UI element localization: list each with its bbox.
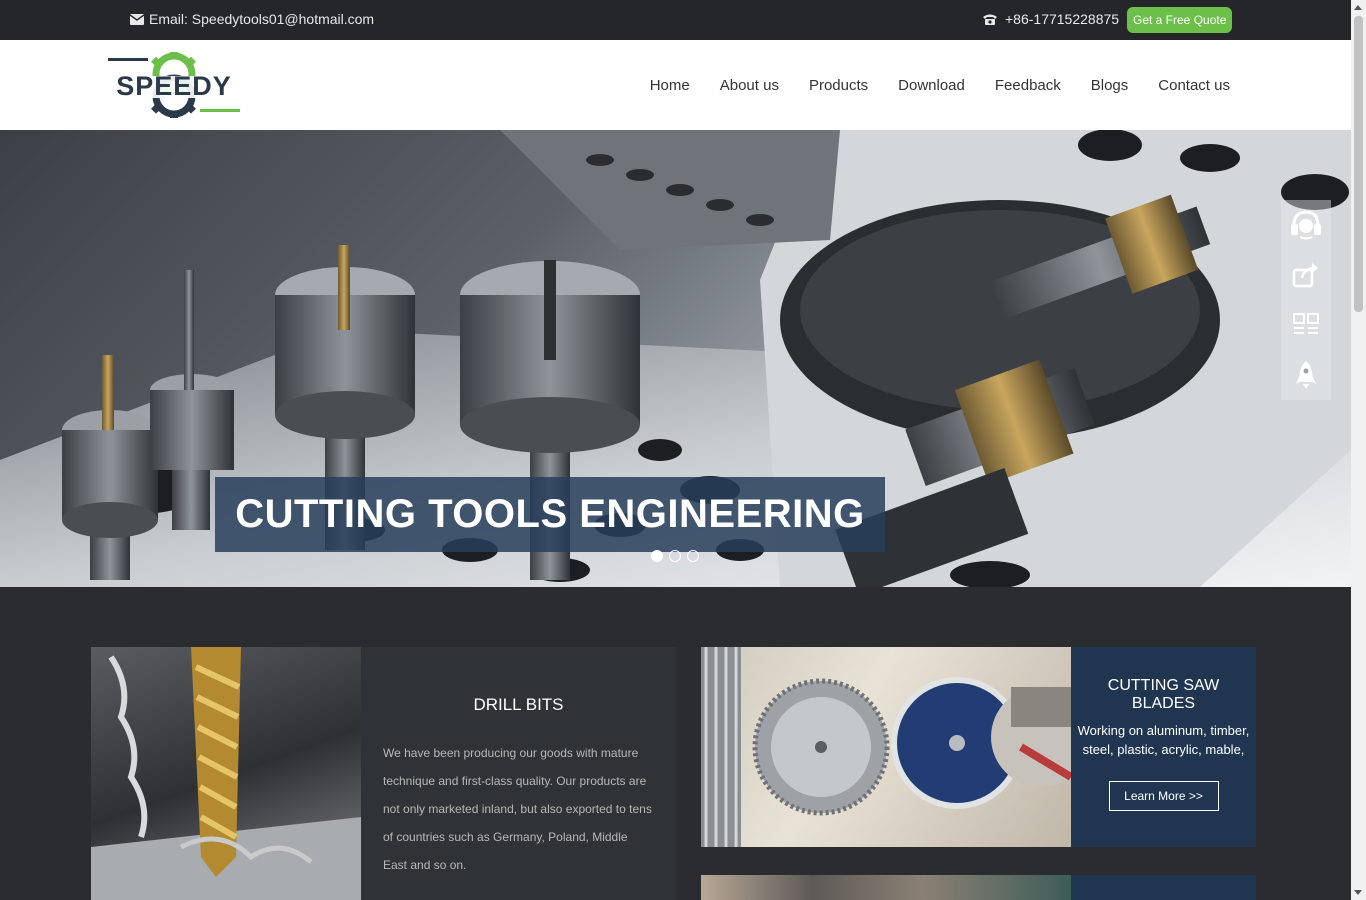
back-to-top-tool[interactable] [1281,350,1331,400]
top-bar: Email: Speedytools01@hotmail.com +86-177… [0,0,1351,40]
logo-text: SPEEDY [116,71,232,101]
drill-bits-text: DRILL BITS We have been producing our go… [361,647,676,900]
envelope-icon [130,13,144,25]
phone-contact[interactable]: +86-17715228875 [982,11,1119,27]
nav-blogs[interactable]: Blogs [1091,77,1129,94]
saw-blades-description: Working on aluminum, timber, steel, plas… [1077,723,1250,757]
email-text: Email: Speedytools01@hotmail.com [149,11,375,27]
qr-code-icon [1293,313,1319,334]
hero-banner[interactable]: CUTTING TOOLS ENGINEERING [0,130,1351,587]
partial-card-image [701,875,1071,900]
floating-toolbar [1281,200,1331,400]
drill-bit-illustration [91,647,361,900]
phone-icon [983,14,997,25]
phone-number: +86-17715228875 [1005,11,1120,27]
slider-dot-2[interactable] [669,550,681,562]
hero-caption: CUTTING TOOLS ENGINEERING [215,477,885,552]
drill-bits-title[interactable]: DRILL BITS [383,695,654,715]
nav-products[interactable]: Products [809,77,868,94]
customer-service-tool[interactable] [1281,200,1331,250]
learn-more-button[interactable]: Learn More >> [1108,781,1219,811]
scroll-up-arrow-icon[interactable] [1354,5,1362,10]
rocket-icon [1296,361,1316,389]
slider-dot-3[interactable] [687,550,699,562]
share-tool[interactable] [1281,250,1331,300]
nav-download[interactable]: Download [898,77,965,94]
product-card-drill-bits[interactable]: DRILL BITS We have been producing our go… [91,647,676,900]
slider-dot-1[interactable] [651,550,663,562]
scroll-down-arrow-icon[interactable] [1354,890,1362,895]
page-scrollbar[interactable] [1351,0,1366,900]
slider-dots [651,550,699,562]
saw-blades-title[interactable]: CUTTING SAW BLADES [1077,677,1250,713]
saw-blade-illustration [701,647,1071,847]
drill-bits-description: We have been producing our goods with ma… [383,746,652,872]
product-card-cutting-saw-blades[interactable]: CUTTING SAW BLADES Working on aluminum, … [701,647,1256,847]
qr-code-tool[interactable] [1281,300,1331,350]
nav-about-us[interactable]: About us [720,77,779,94]
main-nav: Home About us Products Download Feedback… [650,40,1230,130]
speedy-logo-icon: SPEEDY [106,52,242,118]
saw-blades-image [701,647,1071,847]
drill-bits-image [91,647,361,900]
nav-contact-us[interactable]: Contact us [1158,77,1230,94]
saw-blades-text: CUTTING SAW BLADES Working on aluminum, … [1071,647,1256,847]
headset-icon [1291,210,1321,240]
scrollbar-thumb[interactable] [1354,16,1363,312]
nav-feedback[interactable]: Feedback [995,77,1061,94]
product-card-partial[interactable] [701,875,1256,900]
free-quote-button[interactable]: Get a Free Quote [1127,7,1233,33]
email-contact[interactable]: Email: Speedytools01@hotmail.com [130,11,374,27]
nav-home[interactable]: Home [650,77,690,94]
site-header: SPEEDY Home About us Products Download F… [0,40,1351,130]
logo[interactable]: SPEEDY [104,52,244,118]
share-icon [1292,263,1318,288]
